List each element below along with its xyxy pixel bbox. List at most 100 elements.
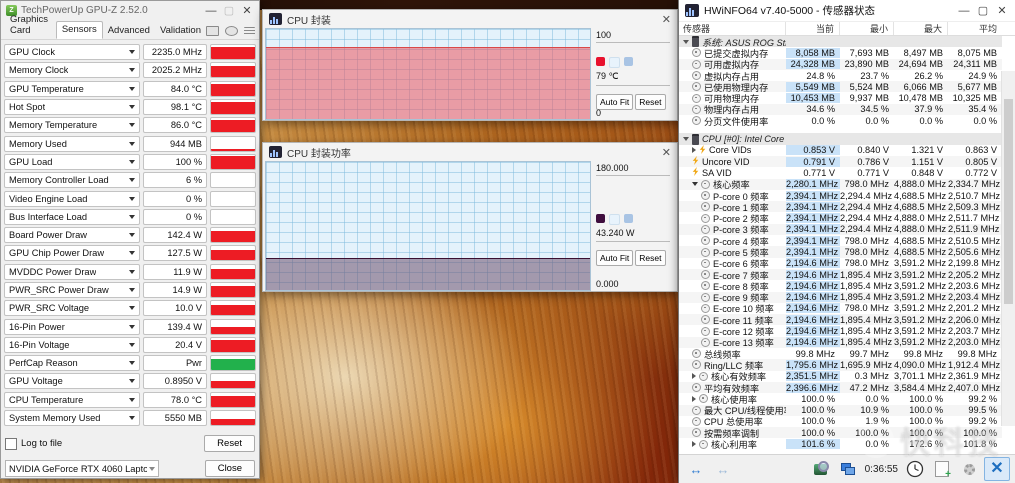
minimize-icon[interactable]: — [204,4,218,18]
menu-icon[interactable] [244,26,255,36]
dropdown-arrow-icon[interactable] [129,288,135,292]
sensor-label[interactable]: GPU Chip Power Draw [4,245,140,262]
sensor-label[interactable]: Memory Temperature [4,117,140,134]
dropdown-arrow-icon[interactable] [129,251,135,256]
dropdown-arrow-icon[interactable] [129,269,135,274]
dropdown-arrow-icon[interactable] [129,416,135,421]
close-icon[interactable]: ✕ [240,4,254,18]
log-to-file-checkbox[interactable] [5,437,17,450]
dropdown-arrow-icon[interactable] [129,141,135,146]
dropdown-arrow-icon[interactable] [129,105,135,110]
system-summary-button[interactable] [809,458,833,480]
maximize-icon[interactable]: ▢ [976,4,990,18]
dropdown-arrow-icon[interactable] [129,361,135,366]
legend-max-icon[interactable] [624,57,633,66]
legend-min-icon[interactable] [609,214,620,225]
report-button[interactable] [930,458,954,480]
sensor-row[interactable]: Core VIDs 0.853 V 0.840 V 1.321 V 0.863 V [679,144,1002,156]
legend-max-icon[interactable] [624,214,633,223]
legend-current-icon[interactable] [596,214,605,223]
dropdown-arrow-icon[interactable] [129,68,135,73]
scrollbar-thumb[interactable] [1004,99,1013,304]
sensor-label[interactable]: GPU Load [4,153,140,170]
sensor-row[interactable]: Uncore VID 0.791 V 0.786 V 1.151 V 0.805 V [679,155,1002,168]
dropdown-arrow-icon[interactable] [129,178,135,183]
sensor-label[interactable]: CPU Temperature [4,391,140,408]
exit-button[interactable]: ✕ [984,457,1010,481]
minimize-icon[interactable]: — [957,4,971,18]
dropdown-arrow-icon[interactable] [129,233,135,238]
close-icon[interactable]: ✕ [662,13,671,26]
close-icon[interactable]: ✕ [662,146,671,159]
collapse-arrow-icon[interactable] [692,182,698,187]
dropdown-arrow-icon[interactable] [129,342,135,347]
col-avg[interactable]: 平均 [948,22,1002,35]
gpu-select-dropdown[interactable]: NVIDIA GeForce RTX 4060 Laptop GPU [5,460,159,478]
close-button[interactable]: Close [204,460,255,478]
close-icon[interactable]: ✕ [995,4,1009,18]
auto-fit-button[interactable]: Auto Fit [596,94,634,110]
sensor-label[interactable]: Board Power Draw [4,227,140,244]
clock-button[interactable] [903,458,927,480]
col-current[interactable]: 当前 [786,22,840,35]
reset-button[interactable]: Reset [204,435,255,453]
sensor-label[interactable]: Video Engine Load [4,190,140,207]
dropdown-arrow-icon[interactable] [129,50,135,55]
sensor-label[interactable]: GPU Clock [4,44,140,61]
tab-validation[interactable]: Validation [155,23,206,39]
expand-arrow-icon[interactable] [692,395,696,402]
collapse-arrow-icon[interactable] [683,137,689,142]
dropdown-arrow-icon[interactable] [129,306,135,311]
dropdown-arrow-icon[interactable] [129,397,135,402]
expand-arrow-icon[interactable] [692,147,696,154]
power-graph-titlebar[interactable]: CPU 封装功率 ✕ [263,143,677,160]
legend-min-icon[interactable] [609,57,620,68]
scrollbar[interactable] [1001,71,1015,426]
sensor-row[interactable]: 分页文件使用率 0.0 % 0.0 % 0.0 % 0.0 % [679,115,1002,127]
sensor-label[interactable]: System Memory Used [4,410,140,427]
collapse-arrow-icon[interactable] [683,39,689,44]
dropdown-arrow-icon[interactable] [129,123,135,128]
reset-button[interactable]: Reset [635,94,666,110]
sensor-label[interactable]: GPU Voltage [4,373,140,390]
reset-button[interactable]: Reset [635,250,666,266]
hwinfo-titlebar[interactable]: HWiNFO64 v7.40-5000 - 传感器状态 — ▢ ✕ [679,0,1015,21]
sensor-label[interactable]: MVDDC Power Draw [4,263,140,280]
sensor-label[interactable]: Memory Controller Load [4,172,140,189]
col-min[interactable]: 最小 [840,22,894,35]
sensor-label[interactable]: PWR_SRC Voltage [4,300,140,317]
sensor-label[interactable]: PWR_SRC Power Draw [4,282,140,298]
sensor-label[interactable]: Memory Used [4,135,140,152]
temp-graph-titlebar[interactable]: CPU 封装 ✕ [263,10,677,27]
legend-current-icon[interactable] [596,57,605,66]
tab-graphics-card[interactable]: Graphics Card [5,12,56,39]
tab-advanced[interactable]: Advanced [103,23,155,39]
sensor-label[interactable]: Memory Clock [4,62,140,79]
sensor-label[interactable]: PerfCap Reason [4,355,140,372]
sensor-label[interactable]: Bus Interface Load [4,208,140,225]
hwinfo-table-header[interactable]: 传感器 当前 最小 最大 平均 [679,21,1015,36]
remote-monitor-button[interactable] [836,458,860,480]
screenshot-icon[interactable] [206,26,219,36]
settings-button[interactable] [957,458,981,480]
dropdown-arrow-icon[interactable] [129,324,135,329]
dropdown-arrow-icon[interactable] [129,159,135,164]
sensor-label[interactable]: GPU Temperature [4,80,140,97]
col-sensor[interactable]: 传感器 [679,22,786,35]
col-max[interactable]: 最大 [894,22,948,35]
dropdown-arrow-icon[interactable] [129,214,135,219]
dropdown-arrow-icon[interactable] [129,196,135,201]
expand-arrow-icon[interactable] [692,441,696,448]
sensor-row[interactable]: 核心利用率 101.6 % 0.0 % 172.6 % 101.8 % [679,438,1002,450]
sensor-label[interactable]: 16-Pin Power [4,318,140,335]
expand-columns-button[interactable]: ↔ [684,458,708,480]
settings-icon[interactable] [225,26,238,36]
sensor-label[interactable]: 16-Pin Voltage [4,336,140,353]
shrink-columns-button[interactable]: ↔ [711,458,735,480]
expand-arrow-icon[interactable] [692,373,696,380]
sensor-label[interactable]: Hot Spot [4,99,140,116]
dropdown-arrow-icon[interactable] [129,86,135,91]
dropdown-arrow-icon[interactable] [129,379,135,384]
auto-fit-button[interactable]: Auto Fit [596,250,634,266]
sensor-group-header[interactable]: CPU [#0]: Intel Core i... [679,133,1002,145]
